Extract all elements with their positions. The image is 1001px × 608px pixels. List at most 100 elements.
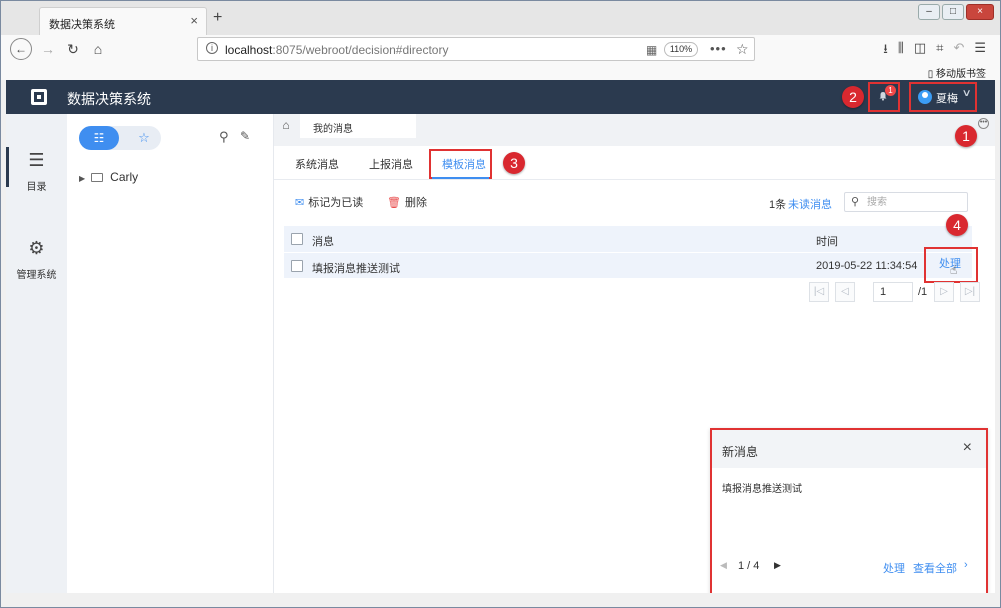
active-tab-underline (432, 177, 489, 179)
search-box[interactable]: ⚲ (844, 192, 968, 212)
site-info-icon[interactable]: i (206, 42, 218, 54)
more-options-icon[interactable]: ••• (978, 118, 989, 129)
unread-count: 1条 (769, 199, 787, 211)
url-host: localhost (225, 43, 273, 57)
chevron-right-icon[interactable]: › (964, 559, 968, 571)
app-container: 数据决策系统 1 夏梅 ∨ ☰ 目录 ⚙ 管理系统 ☷ ☆ ⚲ ✎ ▶ Carl… (6, 80, 995, 593)
page-tab-label: 我的消息 (313, 124, 353, 135)
bookmarks-bar: ▯ 移动版书签 (1, 63, 1000, 80)
delete-button[interactable]: 🗑 删除 (387, 194, 427, 210)
browser-window: 数据决策系统 × + – □ × ← → ↻ ⌂ i localhost:807… (0, 0, 1001, 608)
maximize-button[interactable]: □ (942, 4, 964, 20)
annotation-marker-4: 4 (946, 214, 968, 236)
pin-icon[interactable]: ✎ (240, 129, 250, 143)
last-page-button[interactable]: ▷| (960, 282, 980, 302)
popup-handle-link[interactable]: 处理 (883, 560, 905, 576)
user-menu[interactable]: 夏梅 ∨ (909, 82, 977, 112)
url-bar[interactable]: i localhost:8075/webroot/decision#direct… (197, 37, 755, 61)
unread-messages-link[interactable]: 未读消息 (788, 196, 832, 212)
page-total: /1 (918, 286, 928, 298)
sidebar-icon[interactable]: ◫ (914, 40, 926, 62)
sidebar-item-management[interactable]: ⚙ 管理系统 (6, 238, 67, 281)
url-text[interactable]: localhost:8075/webroot/decision#director… (225, 43, 448, 57)
qr-code-icon[interactable]: ▦ (646, 43, 657, 57)
bookmark-star-icon[interactable]: ☆ (736, 41, 749, 58)
popup-page-indicator: 1 / 4 (738, 560, 760, 572)
notification-button[interactable]: 1 (868, 82, 900, 112)
trash-icon: 🗑 (387, 197, 401, 209)
sidebar-item-directory[interactable]: ☰ 目录 (6, 150, 67, 193)
undo-icon[interactable]: ↶ (953, 40, 964, 62)
tab-system-messages[interactable]: 系统消息 (295, 156, 339, 172)
forward-icon[interactable]: → (37, 38, 59, 60)
annotation-marker-2: 2 (842, 86, 864, 108)
url-path: :8075/webroot/decision#directory (272, 43, 449, 57)
search-icon: ⚲ (851, 196, 860, 208)
screenshot-icon[interactable]: ⌗ (936, 40, 943, 62)
search-icon[interactable]: ⚲ (219, 129, 229, 145)
popup-message: 填报消息推送测试 (722, 484, 802, 495)
sidebar-item-label: 目录 (26, 182, 47, 193)
favorites-star-icon[interactable]: ☆ (129, 126, 159, 150)
app-title: 数据决策系统 (67, 91, 151, 107)
messages-table: 消息 时间 填报消息推送测试 2019-05-22 11:34:54 处理 ☝ (284, 226, 978, 283)
column-header-message: 消息 (312, 236, 334, 248)
next-message-icon[interactable]: ▶ (774, 560, 781, 571)
home-icon[interactable]: ⌂ (87, 38, 109, 60)
navigation-bar: ← → ↻ ⌂ i localhost:8075/webroot/decisio… (1, 35, 1000, 63)
reload-icon[interactable]: ↻ (62, 38, 84, 60)
prev-page-button[interactable]: ◁ (835, 282, 855, 302)
message-time: 2019-05-22 11:34:54 (816, 260, 918, 272)
sidebar-item-label: 管理系统 (16, 270, 57, 281)
annotation-marker-1: 1 (955, 125, 977, 147)
avatar (918, 90, 932, 104)
download-icon[interactable]: ⭳ (883, 40, 888, 62)
close-icon[interactable]: × (963, 439, 972, 457)
first-page-button[interactable]: |◁ (809, 282, 829, 302)
window-controls: – □ × (918, 4, 994, 20)
tab-my-messages[interactable]: 我的消息 (300, 114, 416, 138)
popup-title: 新消息 (722, 445, 759, 459)
close-window-button[interactable]: × (966, 4, 994, 20)
prev-message-icon[interactable]: ◀ (720, 560, 727, 571)
tree-node[interactable]: ▶ Carly (79, 170, 138, 184)
notification-badge: 1 (885, 85, 896, 96)
tab-reported-messages[interactable]: 上报消息 (369, 156, 413, 172)
page-actions-icon[interactable]: ••• (710, 41, 727, 56)
view-all-link[interactable]: 查看全部 (913, 560, 957, 576)
new-message-popup: 新消息 × 填报消息推送测试 ◀ 1 / 4 ▶ 处理 查看全部 › (710, 428, 988, 593)
expand-arrow-icon[interactable]: ▶ (79, 174, 85, 183)
list-icon: ☰ (28, 150, 45, 170)
message-type-tabs: 系统消息 上报消息 模板消息 (274, 146, 995, 180)
tab-close-icon[interactable]: × (190, 13, 198, 28)
delete-label: 删除 (404, 197, 427, 209)
folder-icon (91, 173, 104, 182)
tab-title: 数据决策系统 (49, 19, 115, 31)
home-tab-icon[interactable]: ⌂ (274, 114, 298, 138)
zoom-level[interactable]: 110% (664, 42, 698, 57)
select-all-checkbox[interactable] (291, 233, 303, 245)
back-icon[interactable]: ← (10, 38, 32, 60)
highlight-box: 处理 ☝ (924, 247, 978, 283)
menu-icon[interactable]: ☰ (974, 40, 986, 62)
row-checkbox[interactable] (291, 260, 303, 272)
library-icon[interactable]: ⫼ (898, 40, 904, 62)
hand-cursor-icon: ☝ (950, 263, 958, 277)
directory-tree-panel: ☷ ☆ ⚲ ✎ ▶Carly ⋮⋮ (67, 114, 345, 593)
mark-read-label: 标记为已读 (308, 197, 364, 209)
mobile-bookmarks[interactable]: ▯ 移动版书签 (928, 65, 986, 80)
new-tab-icon[interactable]: + (213, 9, 222, 27)
sidebar: ☰ 目录 ⚙ 管理系统 (6, 114, 67, 593)
search-input[interactable] (867, 195, 963, 210)
page-input[interactable]: 1 (873, 282, 913, 302)
message-text: 填报消息推送测试 (312, 263, 400, 275)
browser-tab[interactable]: 数据决策系统 × (39, 7, 207, 35)
mark-read-button[interactable]: ✉ 标记为已读 (295, 194, 363, 210)
page-tabs-bar: ⌂ 我的消息 ••• (274, 114, 995, 138)
list-view-icon[interactable]: ☷ (79, 126, 119, 150)
mobile-bookmarks-label: 移动版书签 (936, 69, 986, 80)
highlight-box (429, 149, 492, 179)
table-row[interactable]: 填报消息推送测试 2019-05-22 11:34:54 处理 ☝ (284, 247, 978, 283)
minimize-button[interactable]: – (918, 4, 940, 20)
next-page-button[interactable]: ▷ (934, 282, 954, 302)
